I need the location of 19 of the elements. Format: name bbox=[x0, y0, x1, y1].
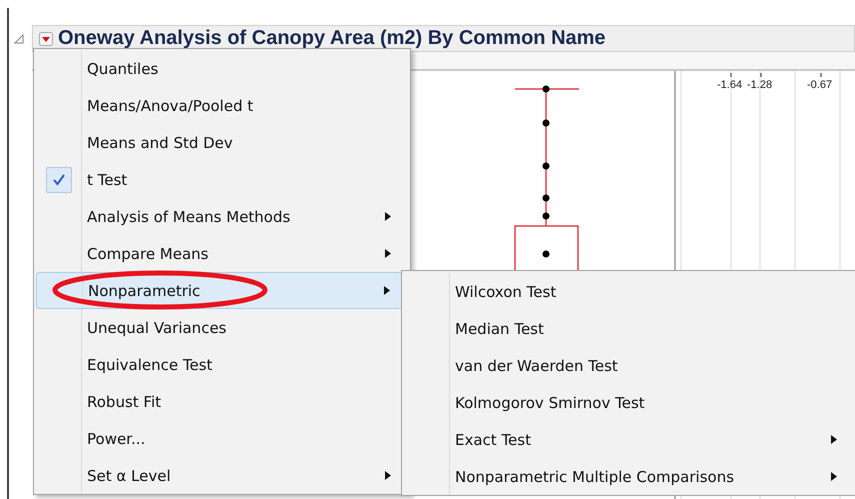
disclosure-triangle-icon[interactable] bbox=[14, 34, 24, 44]
data-point bbox=[542, 212, 550, 220]
report-title: Oneway Analysis of Canopy Area (m2) By Common Name bbox=[58, 27, 606, 50]
axis-tick-label: -1.64 bbox=[717, 79, 742, 91]
dropdown-icon[interactable] bbox=[39, 32, 53, 46]
menu-item[interactable]: Quantiles bbox=[36, 50, 408, 87]
menu-item[interactable]: t Test bbox=[36, 161, 408, 198]
data-point bbox=[542, 120, 550, 126]
data-point bbox=[542, 250, 550, 258]
whisker-cap bbox=[515, 88, 579, 90]
axis-tick-label: -0.67 bbox=[807, 79, 832, 91]
box-outline bbox=[514, 225, 579, 272]
menu-item[interactable]: Means/Anova/Pooled t bbox=[36, 87, 408, 124]
data-point bbox=[542, 162, 550, 170]
axis-tick-label: -1.28 bbox=[747, 79, 772, 91]
menu-item[interactable]: Means and Std Dev bbox=[36, 124, 408, 161]
data-point bbox=[542, 194, 550, 202]
menu-item[interactable]: Analysis of Means Methods bbox=[36, 198, 408, 235]
data-point bbox=[542, 86, 550, 92]
